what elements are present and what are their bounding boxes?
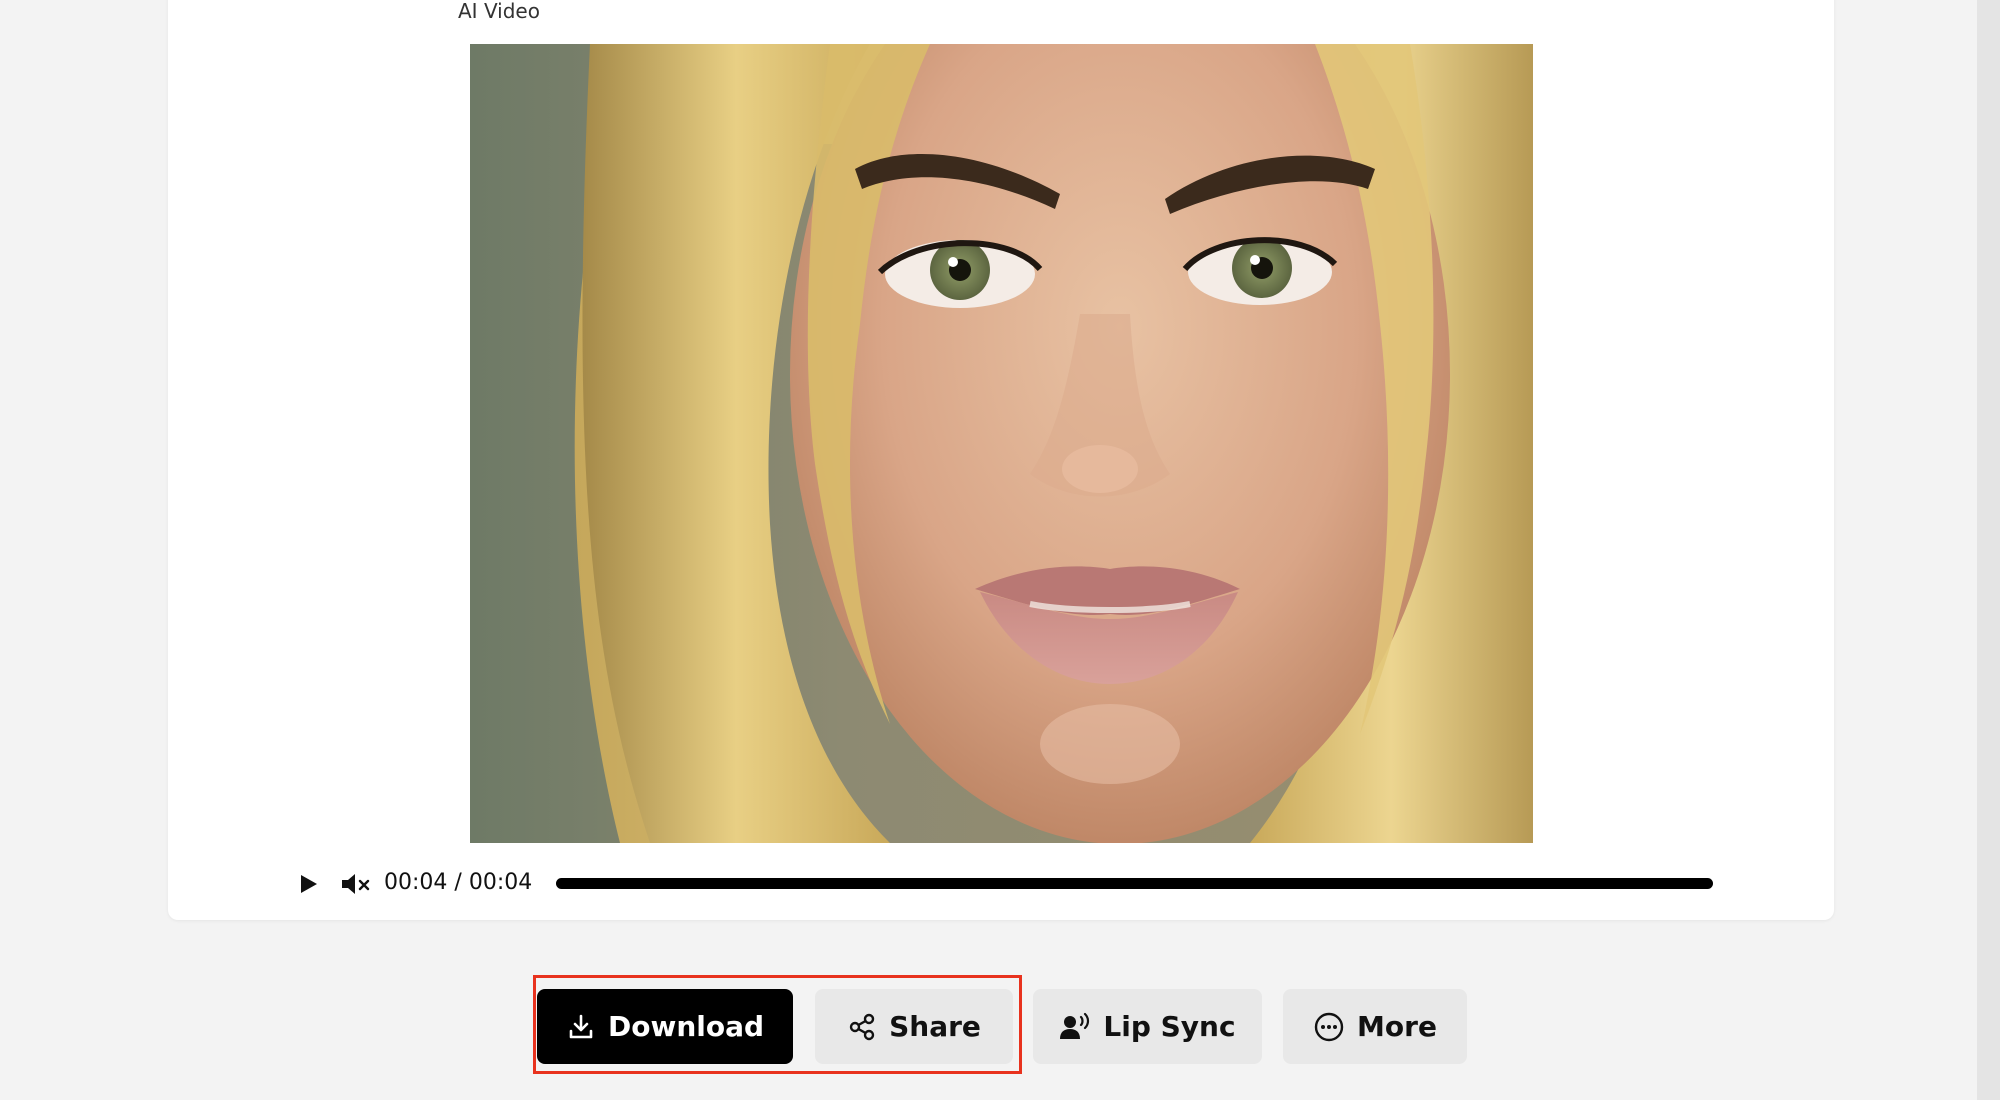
scrollbar-track[interactable] [1977,0,2000,1100]
mute-button[interactable] [340,872,372,896]
more-button[interactable]: More [1283,989,1467,1064]
share-button[interactable]: Share [815,989,1013,1064]
lip-sync-button[interactable]: Lip Sync [1033,989,1262,1064]
current-time: 00:04 [384,870,448,895]
share-label: Share [889,1010,981,1043]
lip-sync-label: Lip Sync [1103,1010,1236,1043]
card-title: AI Video [458,0,540,23]
play-icon [301,875,317,893]
download-button[interactable]: Download [537,989,793,1064]
progress-fill [556,878,1713,889]
progress-bar[interactable] [556,878,1713,889]
share-icon [849,1013,875,1040]
video-frame-portrait [470,44,1533,843]
video-player[interactable] [470,44,1533,843]
video-controls: 00:04 / 00:04 [296,865,1716,901]
play-button[interactable] [296,872,320,896]
time-separator: / [454,870,462,895]
duration: 00:04 [468,870,533,895]
download-label: Download [607,1010,765,1043]
time-display: 00:04 / 00:04 [384,869,532,897]
more-label: More [1357,1010,1437,1043]
more-icon [1314,1012,1344,1041]
download-icon [569,1014,593,1038]
page: AI Video 00:04 / 00:04 Download Share Li… [0,0,2000,1100]
volume-muted-icon [342,874,370,894]
lip-sync-icon [1060,1012,1090,1039]
